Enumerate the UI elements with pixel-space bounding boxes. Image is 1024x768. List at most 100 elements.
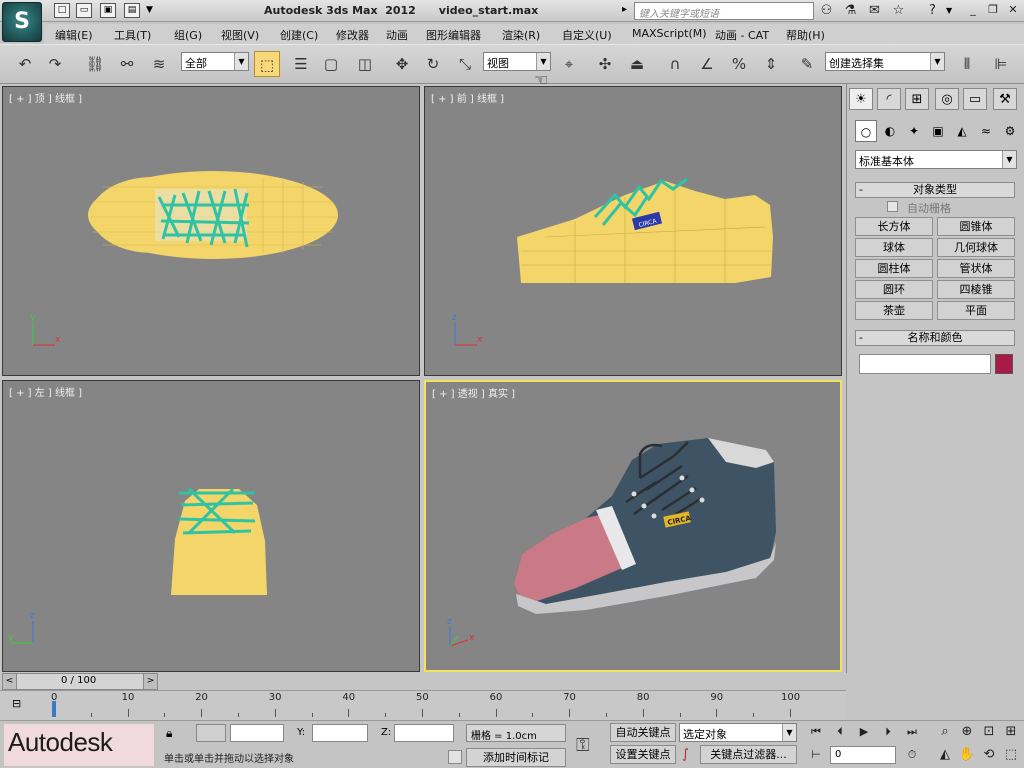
pan-view-icon[interactable]: ✋ <box>958 746 976 764</box>
snaps-toggle-icon[interactable]: ∩ <box>662 51 688 77</box>
close-icon[interactable]: ✕ <box>1006 4 1020 18</box>
application-button[interactable]: S <box>2 2 42 42</box>
bind-space-warp-icon[interactable]: ≋ <box>146 51 172 77</box>
viewport-perspective[interactable]: [ + ] 透视 ] 真实 ] CIRCA zx <box>424 380 842 672</box>
search-expand-icon[interactable]: ▸ <box>622 4 627 15</box>
named-selection-dropdown[interactable]: 创建选择集 ▼ <box>825 52 945 71</box>
lock-selection-icon[interactable]: 🔒︎ <box>166 726 172 741</box>
save-file-icon[interactable]: ▣ <box>100 3 116 18</box>
align-icon[interactable]: ⊫ <box>988 51 1014 77</box>
zoom-icon[interactable]: ⌕ <box>936 723 954 741</box>
tube-button[interactable]: 管状体 <box>937 259 1015 278</box>
rectangular-selection-icon[interactable]: ▢ <box>318 51 344 77</box>
time-tag-icon[interactable] <box>448 750 462 764</box>
quick-access-dropdown-icon[interactable]: ▼ <box>146 5 153 15</box>
next-frame-icon[interactable]: > <box>143 674 157 689</box>
menu-cat[interactable]: 动画 - CAT <box>715 27 769 43</box>
undo-icon[interactable]: ↶ <box>12 51 38 77</box>
absolute-mode-toggle[interactable] <box>196 724 226 742</box>
viewport-top[interactable]: [ + ] 顶 ] 线框 ] yx <box>2 86 420 376</box>
menu-modifiers[interactable]: 修改器 <box>336 27 369 43</box>
set-key-button[interactable]: 设置关键点 <box>610 745 676 764</box>
teapot-button[interactable]: 茶壶 <box>855 301 933 320</box>
select-and-move-icon[interactable]: ✥ <box>389 51 415 77</box>
menu-help[interactable]: 帮助(H) <box>786 27 825 43</box>
maximize-viewport-icon[interactable]: ⬚ <box>1002 746 1020 764</box>
hierarchy-tab-icon[interactable]: ⊞ <box>905 88 929 110</box>
motion-tab-icon[interactable]: ◎ <box>935 88 959 110</box>
select-and-manipulate-icon[interactable]: ✣ <box>592 51 618 77</box>
redo-icon[interactable]: ↷ <box>42 51 68 77</box>
select-and-rotate-icon[interactable]: ↻ <box>420 51 446 77</box>
time-slider-handle[interactable] <box>52 701 56 717</box>
new-file-icon[interactable]: □ <box>54 3 70 18</box>
cone-button[interactable]: 圆锥体 <box>937 217 1015 236</box>
select-object-icon[interactable]: ⬚ <box>254 51 280 77</box>
go-to-start-icon[interactable]: ⏮ <box>806 723 826 741</box>
window-crossing-icon[interactable]: ◫ <box>352 51 378 77</box>
autogrid-checkbox[interactable] <box>887 201 898 212</box>
x-coordinate-field[interactable] <box>230 724 284 742</box>
systems-icon[interactable]: ⚙ <box>999 120 1021 142</box>
helpers-icon[interactable]: ◭ <box>951 120 973 142</box>
plane-button[interactable]: 平面 <box>937 301 1015 320</box>
display-tab-icon[interactable]: ▭ <box>963 88 987 110</box>
geometry-category-dropdown[interactable]: 标准基本体 ▼ <box>855 150 1017 169</box>
name-and-color-rollout[interactable]: - 名称和颜色 <box>855 330 1015 346</box>
menu-tools[interactable]: 工具(T) <box>114 27 151 43</box>
lights-icon[interactable]: ✦ <box>903 120 925 142</box>
menu-rendering[interactable]: 渲染(R) <box>502 27 540 43</box>
zoom-extents-all-icon[interactable]: ⊞ <box>1002 723 1020 741</box>
select-and-scale-icon[interactable]: ⤡ <box>452 51 478 77</box>
menu-maxscript[interactable]: MAXScript(M) <box>632 27 707 40</box>
mirror-icon[interactable]: ⫴ <box>954 51 980 77</box>
menu-group[interactable]: 组(G) <box>174 27 202 43</box>
help-icon[interactable]: ? <box>924 3 941 19</box>
open-file-icon[interactable]: ▭ <box>76 3 92 18</box>
object-type-rollout[interactable]: - 对象类型 <box>855 182 1015 198</box>
pyramid-button[interactable]: 四棱锥 <box>937 280 1015 299</box>
field-of-view-icon[interactable]: ◭ <box>936 746 954 764</box>
utilities-tab-icon[interactable]: ⚒ <box>993 88 1017 110</box>
viewport-left[interactable]: [ + ] 左 ] 线框 ] zy <box>2 380 420 672</box>
current-frame-field[interactable]: 0 <box>830 746 896 764</box>
geometry-icon[interactable]: ○ <box>855 120 877 142</box>
menu-views[interactable]: 视图(V) <box>221 27 259 43</box>
create-tab-icon[interactable]: ☀ <box>849 88 873 110</box>
minimize-icon[interactable]: _ <box>966 4 980 18</box>
spinner-snap-icon[interactable]: ⇕ <box>758 51 784 77</box>
orbit-icon[interactable]: ⟲ <box>980 746 998 764</box>
selection-filter-dropdown[interactable]: 全部 ▼ <box>181 52 249 71</box>
time-slider[interactable]: < 0 / 100 > <box>2 673 158 690</box>
menu-customize[interactable]: 自定义(U) <box>562 27 612 43</box>
previous-frame-icon[interactable]: ⏴ <box>830 723 850 741</box>
save-as-icon[interactable]: ▤ <box>124 3 140 18</box>
viewport-front[interactable]: [ + ] 前 ] 线框 ] CIRCA zx <box>424 86 842 376</box>
subscription-icon[interactable]: ⚗ <box>842 3 859 19</box>
angle-snap-icon[interactable]: ∠ <box>694 51 720 77</box>
box-button[interactable]: 长方体 <box>855 217 933 236</box>
shapes-icon[interactable]: ◐ <box>879 120 901 142</box>
edit-named-selection-icon[interactable]: ✎ <box>794 51 820 77</box>
percent-snap-icon[interactable]: % <box>726 51 752 77</box>
key-mode-toggle-icon[interactable]: ⊢ <box>806 746 826 764</box>
binoculars-icon[interactable]: ⚇ <box>818 3 835 19</box>
track-view-icon[interactable]: ⊟ <box>12 697 21 710</box>
play-icon[interactable]: ▶ <box>854 723 874 741</box>
default-tangent-icon[interactable]: ∫ <box>682 747 689 762</box>
restore-icon[interactable]: ❐ <box>986 4 1000 18</box>
object-color-swatch[interactable] <box>995 354 1013 374</box>
key-icon[interactable]: ⚿ <box>576 735 590 756</box>
key-mode-dropdown[interactable]: 选定对象 ▼ <box>679 723 797 742</box>
cylinder-button[interactable]: 圆柱体 <box>855 259 933 278</box>
reference-coordinate-dropdown[interactable]: 视图 ▼ <box>483 52 551 71</box>
sphere-button[interactable]: 球体 <box>855 238 933 257</box>
unlink-icon[interactable]: ⚯ <box>114 51 140 77</box>
torus-button[interactable]: 圆环 <box>855 280 933 299</box>
key-filters-button[interactable]: 关键点过滤器... <box>700 745 797 764</box>
cameras-icon[interactable]: ▣ <box>927 120 949 142</box>
object-name-field[interactable] <box>859 354 991 374</box>
pivot-center-icon[interactable]: ⌖ <box>556 51 582 77</box>
z-coordinate-field[interactable] <box>394 724 454 742</box>
track-bar[interactable]: ⊟ 0 10 20 30 40 50 60 70 80 90 100 <box>0 690 846 720</box>
